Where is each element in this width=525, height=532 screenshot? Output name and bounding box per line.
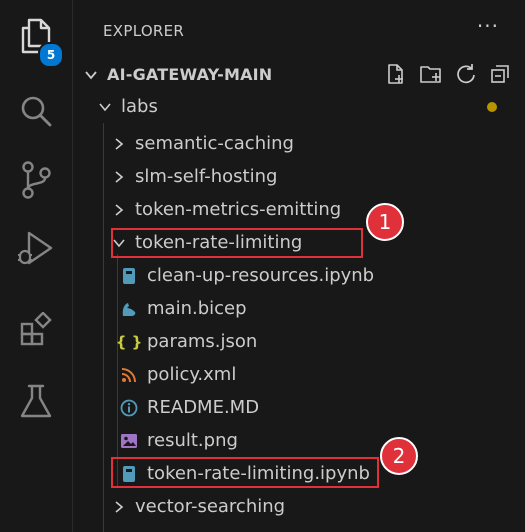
json-icon: { } <box>115 332 143 351</box>
chevron-right-icon <box>109 167 129 187</box>
tree-label: main.bicep <box>147 298 247 319</box>
highlight-box-1 <box>111 228 363 258</box>
tree-label: vector-searching <box>135 496 286 517</box>
notebook-icon <box>119 266 139 286</box>
info-icon <box>119 398 139 418</box>
tree-file-params-json[interactable]: { } params.json <box>115 325 525 358</box>
tree-label: semantic-caching <box>135 133 294 154</box>
chevron-right-icon <box>109 497 129 517</box>
tree-label: clean-up-resources.ipynb <box>147 265 375 286</box>
tree-label: result.png <box>147 430 238 451</box>
modified-indicator <box>487 102 497 112</box>
image-icon <box>119 431 139 451</box>
workspace-actions <box>385 60 511 88</box>
activity-testing[interactable] <box>0 366 72 438</box>
tree-label: labs <box>121 96 158 117</box>
activity-extensions[interactable] <box>0 294 72 366</box>
indent-guide <box>103 123 104 532</box>
tree-label: params.json <box>147 331 258 352</box>
tree-file-main-bicep[interactable]: main.bicep <box>119 292 525 325</box>
explorer-badge: 5 <box>38 42 64 68</box>
explorer-sidebar: EXPLORER ··· AI-GATEWAY-MAIN labs semant… <box>73 0 525 532</box>
tree-label: policy.xml <box>147 364 237 385</box>
tree-label: token-metrics-emitting <box>135 199 342 220</box>
tree-folder-slm-self-hosting[interactable]: slm-self-hosting <box>109 160 525 193</box>
activity-run-debug[interactable] <box>0 212 72 284</box>
collapse-all-icon[interactable] <box>489 63 511 85</box>
bicep-icon <box>119 299 139 319</box>
activity-bar: 5 <box>0 0 73 532</box>
refresh-icon[interactable] <box>455 63 477 85</box>
rss-icon <box>119 365 139 385</box>
search-icon <box>18 94 54 130</box>
extensions-icon <box>18 312 54 348</box>
highlight-box-2 <box>111 457 379 488</box>
tree-folder-token-metrics-emitting[interactable]: token-metrics-emitting <box>109 193 525 226</box>
tree-file-policy-xml[interactable]: policy.xml <box>119 358 525 391</box>
chevron-down-icon <box>95 97 115 117</box>
more-actions-button[interactable]: ··· <box>477 14 499 38</box>
callout-badge-1: 1 <box>366 203 404 241</box>
tree-file-readme[interactable]: README.MD <box>119 391 525 424</box>
activity-search[interactable] <box>0 76 72 148</box>
run-debug-icon <box>17 229 55 267</box>
new-folder-icon[interactable] <box>419 63 443 85</box>
tree-folder-semantic-caching[interactable]: semantic-caching <box>109 127 525 160</box>
vscode-window: 5 EXPLORER ··· AI-GATEWAY-MAIN labs sema… <box>0 0 525 532</box>
workspace-header[interactable]: AI-GATEWAY-MAIN <box>73 60 525 88</box>
tree-folder-labs[interactable]: labs <box>95 90 525 123</box>
workspace-title: AI-GATEWAY-MAIN <box>107 65 273 84</box>
activity-explorer[interactable]: 5 <box>0 0 72 72</box>
tree-folder-vector-searching[interactable]: vector-searching <box>109 490 525 523</box>
chevron-right-icon <box>109 200 129 220</box>
tree-file-result-png[interactable]: result.png <box>119 424 525 457</box>
explorer-header: EXPLORER <box>103 22 185 40</box>
indent-guide <box>117 254 118 486</box>
tree-label: README.MD <box>147 397 260 418</box>
activity-source-control[interactable] <box>0 144 72 216</box>
beaker-icon <box>18 383 54 421</box>
callout-badge-2: 2 <box>380 437 418 475</box>
chevron-down-icon <box>81 65 101 85</box>
chevron-right-icon <box>109 134 129 154</box>
new-file-icon[interactable] <box>385 63 407 85</box>
source-control-icon <box>18 160 54 200</box>
tree-label: slm-self-hosting <box>135 166 278 187</box>
tree-file-clean-up-resources[interactable]: clean-up-resources.ipynb <box>119 259 525 292</box>
